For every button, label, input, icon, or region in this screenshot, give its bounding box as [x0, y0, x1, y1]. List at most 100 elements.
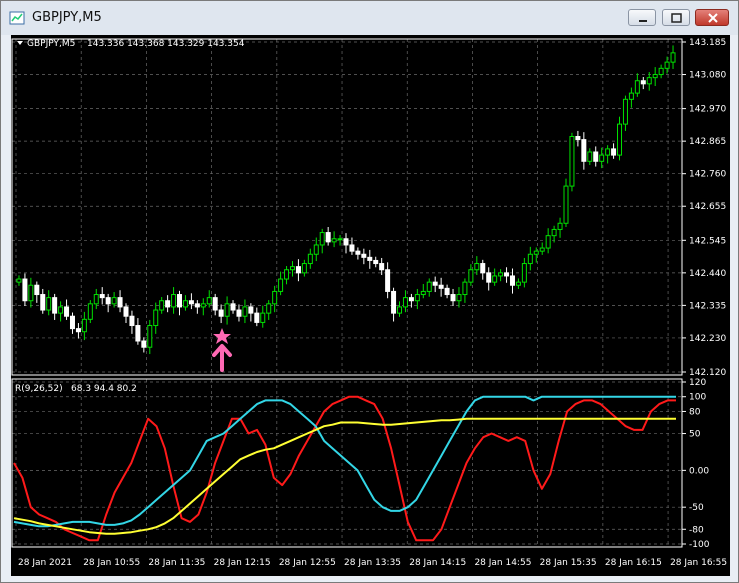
- candle-body: [200, 303, 206, 308]
- candle-body: [509, 275, 515, 286]
- indicator-tick-label: 120: [689, 378, 706, 388]
- candle-body: [599, 154, 605, 162]
- candle-body: [337, 238, 343, 241]
- candle-body: [64, 306, 70, 317]
- candle-body: [408, 297, 414, 302]
- candle-body: [99, 294, 105, 299]
- y-tick-label: 142.545: [689, 236, 726, 246]
- y-tick-label: 142.120: [689, 368, 726, 378]
- candle-body: [420, 290, 426, 296]
- x-tick-label: 28 Jan 14:15: [409, 558, 466, 568]
- candle-body: [658, 67, 664, 76]
- y-tick-label: 142.440: [689, 269, 726, 279]
- indicator-label: R(9,26,52): [15, 384, 63, 394]
- candle-body: [206, 297, 212, 305]
- candle-body: [515, 281, 521, 286]
- candle-body: [272, 290, 278, 305]
- chart-app-icon: [9, 11, 25, 25]
- candle-body: [111, 297, 117, 305]
- candle-body: [147, 325, 153, 348]
- candle-body: [188, 300, 194, 305]
- x-tick-label: 28 Jan 15:35: [540, 558, 597, 568]
- y-tick-label: 142.655: [689, 202, 726, 212]
- candle-body: [141, 340, 147, 348]
- symbol-dropdown-icon[interactable]: [17, 41, 23, 45]
- candle-body: [527, 253, 533, 265]
- candle-body: [670, 52, 676, 63]
- candle-body: [93, 294, 99, 305]
- x-tick-label: 28 Jan 10:55: [83, 558, 140, 568]
- candle-body: [605, 148, 611, 156]
- candle-body: [545, 235, 551, 249]
- arrow-up-icon: [212, 344, 232, 372]
- candle-body: [105, 297, 111, 305]
- candle-body: [367, 256, 373, 261]
- candle-body: [551, 228, 557, 237]
- candle-body: [87, 303, 93, 320]
- candle-body: [438, 284, 444, 289]
- candle-body: [646, 77, 652, 85]
- candle-body: [129, 315, 135, 327]
- candle-body: [254, 312, 260, 323]
- candle-body: [557, 222, 563, 230]
- candle-body: [224, 303, 230, 317]
- chart-area[interactable]: 28 Jan 2021 28 Jan 10:55 28 Jan 11:35 28 Ja…: [11, 35, 730, 576]
- candle-body: [521, 263, 527, 283]
- candle-body: [171, 294, 177, 308]
- candle-body: [456, 294, 462, 302]
- symbol-label: GBPJPY,M5: [27, 39, 75, 49]
- x-tick-label: 28 Jan 12:55: [279, 558, 336, 568]
- candle-body: [426, 281, 432, 292]
- candle-body: [533, 250, 539, 255]
- candle-body: [355, 250, 361, 255]
- candle-body: [486, 272, 492, 283]
- candle-body: [278, 278, 284, 292]
- candle-body: [52, 297, 58, 314]
- candle-body: [634, 80, 640, 94]
- candle-body: [498, 272, 504, 277]
- title-bar[interactable]: GBPJPY,M5: [1, 1, 738, 35]
- main-panel-frame: [11, 38, 683, 376]
- candle-body: [325, 232, 331, 243]
- candle-body: [135, 325, 141, 342]
- candles: [16, 45, 676, 355]
- candle-body: [182, 300, 188, 308]
- candle-body: [40, 294, 46, 311]
- maximize-button[interactable]: [662, 9, 690, 26]
- close-button[interactable]: [695, 9, 729, 26]
- candle-body: [504, 272, 510, 277]
- indicator-tick-label: -50: [689, 503, 704, 513]
- candle-body: [177, 294, 183, 308]
- candle-body: [385, 269, 391, 292]
- candle-body: [379, 263, 385, 271]
- candle-body: [165, 300, 171, 308]
- y-tick-label: 142.970: [689, 105, 726, 115]
- candle-body: [343, 238, 349, 246]
- candle-body: [617, 123, 623, 156]
- candle-body: [664, 61, 670, 69]
- y-tick-label: 142.760: [689, 170, 726, 180]
- candle-body: [414, 294, 420, 302]
- candle-body: [34, 284, 40, 296]
- candle-body: [539, 247, 545, 252]
- indicator-tick-label: 100: [689, 393, 706, 403]
- candle-body: [284, 269, 290, 280]
- candle-body: [230, 303, 236, 311]
- candle-body: [575, 136, 581, 141]
- indicator-tick-label: -100: [689, 540, 710, 550]
- window: GBPJPY,M5 28 Jan 2021 28 Jan 10:55 28 Jan …: [0, 0, 739, 583]
- x-tick-label: 28 Jan 2021: [18, 558, 72, 568]
- candle-body: [397, 306, 403, 314]
- candle-body: [28, 284, 34, 302]
- x-tick-label: 28 Jan 11:35: [148, 558, 205, 568]
- candle-body: [432, 281, 438, 286]
- candle-body: [289, 266, 295, 271]
- candle-body: [46, 297, 52, 311]
- y-tick-label: 143.185: [689, 38, 726, 48]
- candle-body: [444, 287, 450, 296]
- chart-svg[interactable]: 28 Jan 2021 28 Jan 10:55 28 Jan 11:35 28 Ja…: [11, 35, 730, 576]
- indicator-tick-label: 80: [689, 407, 701, 417]
- candle-body: [563, 185, 569, 224]
- candle-body: [159, 300, 165, 311]
- minimize-button[interactable]: [628, 9, 656, 26]
